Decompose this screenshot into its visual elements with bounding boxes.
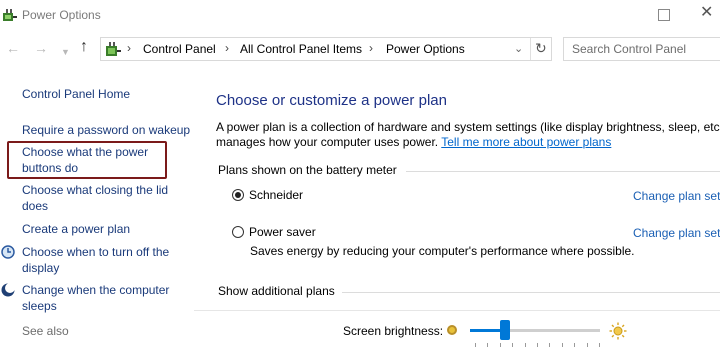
address-divider [530, 38, 531, 60]
description-line-1: A power plan is a collection of hardware… [216, 120, 720, 134]
brightness-bar-divider [194, 310, 720, 311]
show-additional-plans-toggle[interactable]: Show additional plans [218, 284, 335, 298]
slider-tick [599, 343, 600, 347]
search-input[interactable]: Search Control Panel [563, 37, 720, 61]
page-title: Choose or customize a power plan [216, 92, 447, 109]
slider-tick [499, 343, 501, 347]
brightness-slider-ticks [475, 343, 600, 347]
learn-more-link[interactable]: Tell me more about power plans [441, 135, 611, 149]
sidebar-link-closing-lid[interactable]: Choose what closing the lid does [22, 182, 182, 214]
breadcrumb-separator-icon: › [127, 41, 131, 55]
brightness-slider-thumb[interactable] [500, 320, 511, 340]
battery-meter-heading: Plans shown on the battery meter [218, 163, 397, 177]
plan-schneider-name[interactable]: Schneider [249, 188, 303, 202]
sidebar-link-power-buttons[interactable]: Choose what the power buttons do [22, 144, 162, 176]
brightness-bar [194, 310, 720, 353]
slider-tick [512, 343, 514, 347]
monitor-clock-icon [1, 245, 15, 259]
description-line-2: manages how your computer uses power. [216, 135, 439, 149]
close-icon[interactable]: ✕ [700, 5, 713, 21]
breadcrumb-separator-icon: › [225, 41, 229, 55]
sidebar-link-sleep[interactable]: Change when the computer sleeps [22, 282, 182, 314]
plan-power-saver-description: Saves energy by reducing your computer's… [250, 244, 635, 258]
plan-power-saver-change-link[interactable]: Change plan settings [633, 226, 720, 240]
title-bar: Power Options ✕ [0, 0, 720, 32]
slider-tick [524, 343, 526, 347]
address-bar[interactable]: › Control Panel › All Control Panel Item… [100, 37, 552, 61]
sidebar-link-create-plan[interactable]: Create a power plan [22, 221, 130, 237]
see-also-heading: See also [22, 324, 69, 338]
slider-tick [487, 343, 489, 347]
moon-sleep-icon [1, 283, 15, 297]
navigation-bar: ← → ▼ ↑ › Control Panel › All Control Pa… [0, 33, 720, 65]
breadcrumb-separator-icon: › [369, 41, 373, 55]
up-arrow-icon[interactable]: ↑ [80, 38, 88, 56]
breadcrumb-all-items[interactable]: All Control Panel Items [240, 42, 362, 56]
breadcrumb-power-options[interactable]: Power Options [386, 42, 465, 56]
search-placeholder: Search Control Panel [572, 42, 687, 56]
control-panel-home-link[interactable]: Control Panel Home [22, 86, 130, 102]
refresh-icon[interactable]: ↻ [535, 40, 547, 57]
slider-tick [537, 343, 538, 347]
section-divider [406, 171, 720, 172]
sidebar-link-require-password[interactable]: Require a password on wakeup [22, 122, 190, 138]
window-title: Power Options [22, 8, 101, 22]
control-panel-icon [106, 42, 121, 56]
plan-power-saver-name[interactable]: Power saver [249, 225, 316, 239]
slider-tick [574, 343, 576, 347]
plan-schneider-change-link[interactable]: Change plan settings [633, 189, 720, 203]
back-arrow-icon[interactable]: ← [6, 40, 20, 56]
recent-locations-chevron-icon[interactable]: ▼ [61, 44, 70, 60]
plan-schneider-radio[interactable] [232, 189, 244, 201]
page-description: A power plan is a collection of hardware… [216, 120, 720, 150]
slider-tick [475, 343, 476, 347]
forward-arrow-icon[interactable]: → [34, 40, 48, 56]
bright-sun-icon [609, 322, 627, 340]
slider-tick [549, 343, 551, 347]
plan-power-saver-radio[interactable] [232, 226, 244, 238]
address-dropdown-chevron-icon[interactable]: ⌄ [514, 42, 523, 55]
section-divider [342, 292, 720, 293]
slider-tick [561, 343, 563, 347]
dim-brightness-icon [447, 325, 457, 335]
sidebar-link-display-off[interactable]: Choose when to turn off the display [22, 244, 182, 276]
slider-tick [586, 343, 588, 347]
maximize-icon[interactable] [658, 9, 670, 21]
brightness-label: Screen brightness: [343, 324, 444, 338]
power-options-icon [3, 9, 17, 21]
breadcrumb-control-panel[interactable]: Control Panel [143, 42, 216, 56]
